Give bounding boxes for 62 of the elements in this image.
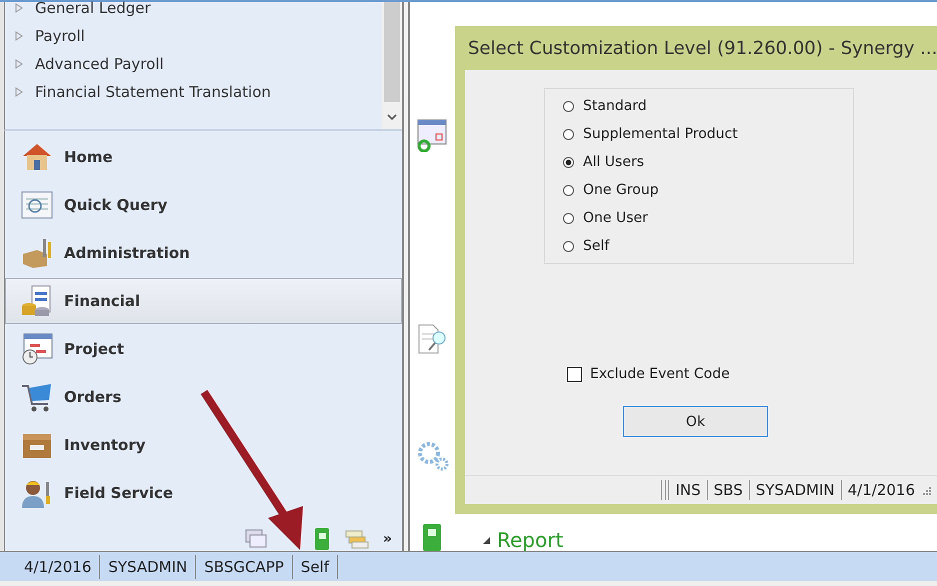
nav-item[interactable]: Field Service: [5, 470, 402, 516]
tree-item[interactable]: Payroll: [15, 22, 382, 50]
tree-item[interactable]: Advanced Payroll: [15, 50, 382, 78]
expander-icon[interactable]: [482, 536, 491, 544]
radio-button[interactable]: [563, 240, 574, 252]
status-field: SBSGCAPP: [196, 554, 293, 578]
nav-item[interactable]: Project: [5, 326, 402, 372]
radio-label: Standard: [583, 98, 647, 114]
ok-button[interactable]: Ok: [623, 406, 768, 437]
report-label: Report: [497, 528, 564, 552]
tree-item[interactable]: General Ledger: [15, 0, 382, 22]
calendar-icon[interactable]: [416, 118, 448, 152]
nav-item[interactable]: Orders: [5, 374, 402, 420]
nav-item[interactable]: Quick Query: [5, 182, 402, 228]
nav-item[interactable]: Home: [5, 134, 402, 180]
radio-label: One Group: [583, 182, 659, 198]
radio-button[interactable]: [563, 184, 574, 196]
status-field: SBS: [706, 480, 749, 500]
status-field: SYSADMIN: [100, 554, 196, 578]
radio-option[interactable]: All Users: [545, 148, 853, 176]
calendar-clock-icon: [20, 332, 54, 366]
radio-button[interactable]: [563, 100, 574, 112]
status-field: 4/1/2016: [16, 554, 100, 578]
nav-item[interactable]: Administration: [5, 230, 402, 276]
radio-option[interactable]: Supplemental Product: [545, 120, 853, 148]
tree-item-label: Advanced Payroll: [35, 55, 164, 73]
radio-option[interactable]: Standard: [545, 92, 853, 120]
tree-item[interactable]: Financial Statement Translation: [15, 78, 382, 106]
dialog-title: Select Customization Level (91.260.00) - Synergy ...: [467, 37, 937, 61]
scroll-down-icon[interactable]: [387, 114, 397, 121]
resize-grip-icon[interactable]: [921, 485, 931, 495]
radio-label: Self: [583, 238, 610, 254]
scrollbar[interactable]: [382, 2, 402, 129]
book-icon[interactable]: [312, 527, 331, 551]
nav-item[interactable]: Inventory: [5, 422, 402, 468]
scroll-thumb[interactable]: [384, 2, 400, 102]
radio-button[interactable]: [563, 156, 574, 168]
book-icon[interactable]: [421, 523, 443, 551]
gears-icon[interactable]: [416, 440, 450, 472]
tree-item-label: General Ledger: [35, 0, 151, 17]
radio-label: Supplemental Product: [583, 126, 738, 142]
nav-item[interactable]: Financial: [5, 278, 402, 324]
forms-icon[interactable]: [244, 528, 269, 550]
radio-option[interactable]: One Group: [545, 176, 853, 204]
radio-button[interactable]: [563, 128, 574, 140]
tree-item-label: Financial Statement Translation: [35, 83, 271, 101]
status-field: 4/1/2016: [840, 480, 921, 500]
radio-label: All Users: [583, 154, 644, 170]
cards-icon[interactable]: [344, 529, 369, 549]
box-tools-icon: [20, 236, 54, 270]
radio-label: One User: [583, 210, 648, 226]
tree-item-label: Payroll: [35, 27, 85, 45]
radio-button[interactable]: [563, 212, 574, 224]
status-field: SYSADMIN: [748, 480, 841, 500]
status-field: Self: [292, 554, 338, 578]
status-field: INS: [668, 480, 707, 500]
checkbox[interactable]: [567, 366, 582, 382]
overflow-button[interactable]: »: [382, 531, 392, 547]
radio-option[interactable]: One User: [545, 204, 853, 232]
radio-option[interactable]: Self: [545, 232, 853, 260]
checkbox-label: Exclude Event Code: [590, 366, 730, 382]
document-search-icon[interactable]: [416, 324, 448, 356]
